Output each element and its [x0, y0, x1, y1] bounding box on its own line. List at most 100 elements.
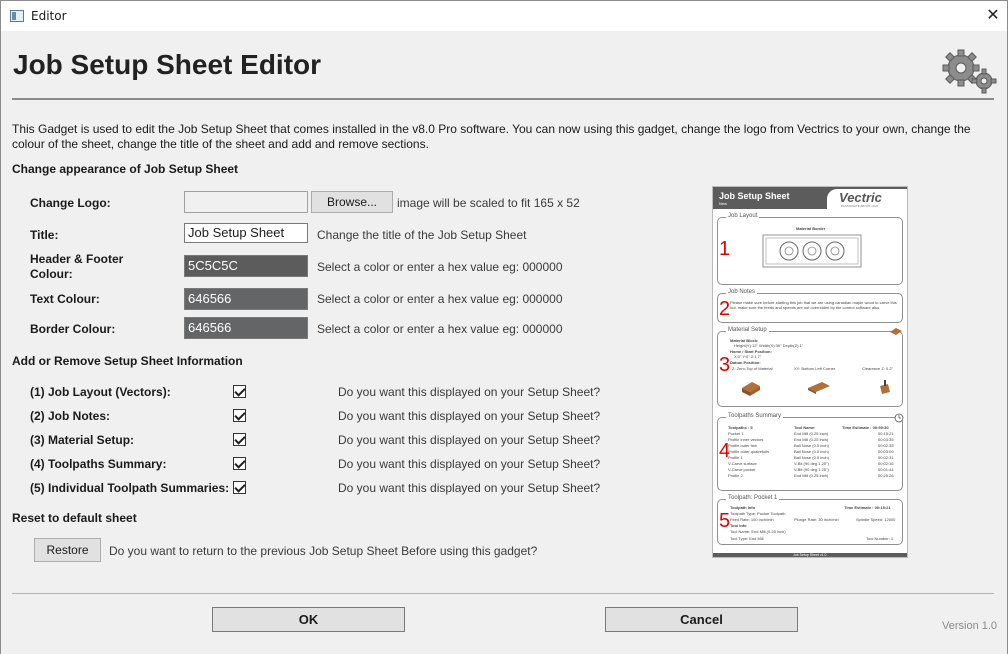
preview-summary-row-name: Profile 1 — [728, 455, 743, 460]
header-footer-hint: Select a color or enter a hex value eg: … — [317, 260, 563, 274]
preview-summary-header-0: Toolpaths : 5 — [728, 425, 753, 430]
title-bar: Editor ✕ — [1, 1, 1007, 31]
preview-summary-row-name: V-Carve pocket — [728, 467, 756, 472]
preview-number-5: 5 — [719, 510, 731, 532]
preview-summary-row-tool: Ball Nose (0.5 inch) — [794, 455, 829, 460]
bottom-divider — [12, 593, 994, 594]
preview-summary-row-name: Profile outer fixb — [728, 443, 757, 448]
appearance-heading: Change appearance of Job Setup Sheet — [12, 162, 239, 176]
preview-material-line-4: Datum Position: — [730, 360, 761, 365]
browse-button[interactable]: Browse... — [311, 191, 393, 213]
preview-material-blocks — [742, 380, 890, 396]
preview-number-2: 2 — [719, 298, 731, 320]
preview-toolpath-line-4: Plunge Rate: 30 inch/min — [794, 517, 839, 522]
preview-summary-row-time: 00:15:21 — [878, 431, 894, 436]
preview-toolpath-line-3: Feed Rate: 100 inch/min — [730, 517, 774, 522]
preview-subtitle: New — [719, 201, 728, 206]
preview-number-3: 3 — [719, 354, 731, 376]
preview-summary-row-tool: End Mill (0.25 inch) — [794, 437, 829, 442]
logo-hint: image will be scaled to fit 165 x 52 — [397, 196, 580, 210]
preview-job-layout-box: Job Layout 1 Material Border — [717, 213, 903, 285]
title-divider — [12, 98, 994, 100]
preview-summary-row-time: 00:25:26 — [878, 473, 894, 478]
preview-toolpath-line-8: Tool Type: End Mill — [730, 536, 764, 541]
header-footer-label-line2: Colour: — [30, 267, 73, 281]
app-icon — [10, 10, 24, 22]
text-colour-field[interactable]: 646566 — [184, 288, 308, 310]
title-field[interactable]: Job Setup Sheet — [184, 223, 308, 243]
gears-icon — [942, 49, 997, 94]
preview-job-notes-text: Please make sure before starting this jo… — [730, 300, 897, 310]
job-notes-checkbox[interactable] — [233, 409, 246, 422]
preview-summary-row-name: V-Carve surface — [728, 461, 757, 466]
preview-toolpath-line-7: Tool Name: End Mill (0.25 inch) — [730, 529, 786, 534]
section-label-job-notes: (2) Job Notes: — [30, 409, 111, 423]
section-label-job-layout: (1) Job Layout (Vectors): — [30, 385, 171, 399]
preview-summary-row-time: 00:01:44 — [878, 467, 894, 472]
close-button[interactable]: ✕ — [979, 1, 1007, 31]
preview-material-border-caption: Material Border — [796, 226, 826, 231]
border-colour-field[interactable]: 646566 — [184, 317, 308, 339]
editor-window: Editor ✕ Job Setup Sheet Editor This Gad… — [0, 0, 1008, 654]
preview-summary-row-tool: Ball Nose (0.5 inch) — [794, 449, 829, 454]
preview-job-notes-box: Job Notes 2 Please make sure before star… — [717, 289, 903, 323]
preview-summary-row-tool: End Mill (0.25 inch) — [794, 431, 829, 436]
preview-material-line-1: Height(Y):12" Width(X):36" Depth(Z):1" — [734, 343, 804, 348]
preview-toolpath-line-6: Tool Info — [730, 523, 747, 528]
material-setup-checkbox[interactable] — [233, 433, 246, 446]
preview-material-setup-box: Material Setup 3 Material Block: Height(… — [717, 327, 903, 407]
preview-toolpath-line-2: Toolpath Type: Pocket Toolpath — [730, 511, 786, 516]
preview-toolpath-title: Toolpath: Pocket 1 — [726, 495, 780, 501]
preview-material-line-5: Z: Zero-Top of Material — [732, 366, 773, 371]
preview-job-layout-title: Job Layout — [726, 213, 760, 219]
preview-summary-row-name: Pocket 1 — [728, 431, 744, 436]
header-footer-colour-field[interactable]: 5C5C5C — [184, 255, 308, 277]
preview-logo-subtext: PASSIONATE ABOUT CNC — [841, 204, 879, 208]
setup-sheet-preview: Job Setup Sheet New Vectric PASSIONATE A… — [712, 186, 908, 558]
preview-logo: Vectric PASSIONATE ABOUT CNC — [827, 189, 907, 209]
preview-material-line-6: XY: Bottom Left Corner — [794, 366, 836, 371]
preview-summary-header-1: Tool Name: — [794, 425, 816, 430]
preview-footer-text: Job Setup Sheet v1.0 — [793, 553, 827, 557]
window-title: Editor — [31, 9, 67, 23]
preview-summary-row-time: 00:02:35 — [878, 443, 894, 448]
cancel-button[interactable]: Cancel — [605, 607, 798, 632]
version-label: Version 1.0 — [942, 620, 998, 632]
preview-toolpaths-summary-box: Toolpaths Summary 4 Toolpaths : 5 Tool N… — [717, 413, 904, 491]
preview-summary-row-tool: V-Bit (90 deg 1.25") — [794, 461, 829, 466]
preview-toolpath-line-9: Tool Number: 1 — [866, 536, 894, 541]
preview-toolpath-line-0: Toolpath Info — [730, 505, 756, 510]
border-colour-hint: Select a color or enter a hex value eg: … — [317, 322, 563, 336]
individual-toolpaths-checkbox[interactable] — [233, 481, 246, 494]
text-colour-label: Text Colour: — [30, 292, 100, 306]
preview-summary-row-tool: V-Bit (90 deg 1.25") — [794, 467, 829, 472]
sections-heading: Add or Remove Setup Sheet Information — [12, 354, 243, 368]
preview-job-notes-title: Job Notes — [726, 289, 758, 295]
logo-path-field[interactable] — [184, 191, 308, 213]
preview-summary-row-time: 00:03:09 — [878, 449, 894, 454]
section-hint-job-notes: Do you want this displayed on your Setup… — [338, 409, 601, 423]
page-title: Job Setup Sheet Editor — [13, 49, 322, 80]
preview-toolpath-box: Toolpath: Pocket 1 5 Toolpath Info Time … — [717, 495, 903, 545]
toolpaths-summary-checkbox[interactable] — [233, 457, 246, 470]
preview-material-line-7: Clearance Z: 0.2" — [862, 366, 893, 371]
dialog-content: Job Setup Sheet Editor This Gadget is us… — [1, 32, 1007, 654]
section-label-material-setup: (3) Material Setup: — [30, 433, 135, 447]
preview-toolpath-line-1: Time Estimate : 00:15:21 — [844, 505, 891, 510]
preview-summary-row-time: 00:03:35 — [878, 437, 894, 442]
title-label: Title: — [30, 228, 59, 242]
preview-summary-row-name: Profile outer quatrefoils — [728, 449, 770, 454]
preview-material-setup-title: Material Setup — [726, 327, 769, 333]
preview-clock-icon — [894, 413, 904, 423]
job-layout-checkbox[interactable] — [233, 385, 246, 398]
preview-number-1: 1 — [719, 238, 731, 260]
restore-button[interactable]: Restore — [34, 538, 101, 562]
section-hint-individual-toolpaths: Do you want this displayed on your Setup… — [338, 481, 601, 495]
ok-button[interactable]: OK — [212, 607, 405, 632]
preview-material-icon — [890, 328, 902, 335]
preview-summary-header-2: Time Estimate : 00:59:30 — [842, 425, 889, 430]
preview-layout-drawing — [762, 234, 862, 268]
restore-hint: Do you want to return to the previous Jo… — [109, 544, 538, 558]
preview-logo-text: Vectric — [839, 190, 882, 205]
title-hint: Change the title of the Job Setup Sheet — [317, 228, 527, 242]
